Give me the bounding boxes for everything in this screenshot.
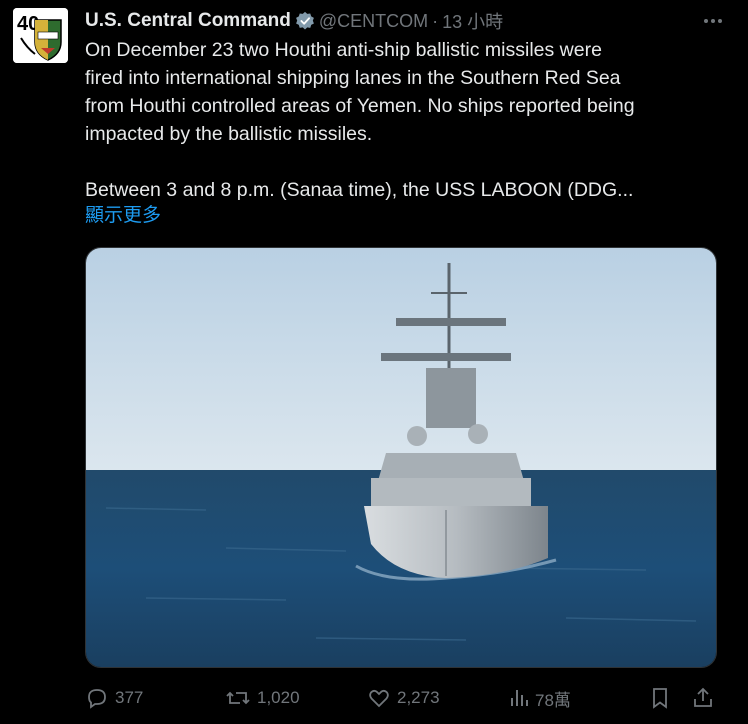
repost-count: 1,020 (257, 688, 300, 707)
reply-button[interactable]: 377 (85, 680, 143, 716)
share-button[interactable] (691, 680, 721, 716)
more-icon[interactable] (698, 8, 728, 34)
author-name[interactable]: U.S. Central Command (85, 10, 291, 32)
ship-photo (86, 248, 716, 667)
like-icon (369, 689, 389, 708)
reply-icon (88, 689, 106, 709)
views-icon (511, 690, 528, 706)
timestamp[interactable]: 13 小時 (442, 8, 503, 34)
share-icon (694, 687, 712, 707)
like-button[interactable]: 2,273 (367, 680, 440, 716)
verified-badge-icon[interactable] (295, 11, 315, 31)
repost-icon (226, 691, 250, 705)
separator: · (432, 10, 439, 31)
bookmark-icon (653, 688, 667, 709)
tweet-header: U.S. Central Command @CENTCOM · 13 小時 (85, 8, 728, 34)
tweet-media-photo[interactable] (85, 247, 717, 668)
reply-count: 377 (115, 688, 144, 707)
tweet-paragraph-2: Between 3 and 8 p.m. (Sanaa time), the U… (85, 179, 634, 201)
author-handle[interactable]: @CENTCOM (319, 11, 428, 32)
views-count: 78萬 (535, 690, 571, 710)
tweet-actions: 377 1,020 2,273 78萬 (85, 680, 720, 716)
avatar[interactable]: 40 (13, 8, 68, 63)
tweet-paragraph-1: On December 23 two Houthi anti-ship ball… (85, 39, 635, 145)
like-count: 2,273 (397, 688, 440, 707)
bookmark-button[interactable] (649, 680, 677, 716)
views-button[interactable]: 78萬 (509, 680, 571, 716)
repost-button[interactable]: 1,020 (225, 680, 300, 716)
tweet-text: On December 23 two Houthi anti-ship ball… (85, 36, 725, 204)
centcom-logo: 40 (13, 8, 68, 63)
show-more-link[interactable]: 顯示更多 (85, 200, 161, 227)
